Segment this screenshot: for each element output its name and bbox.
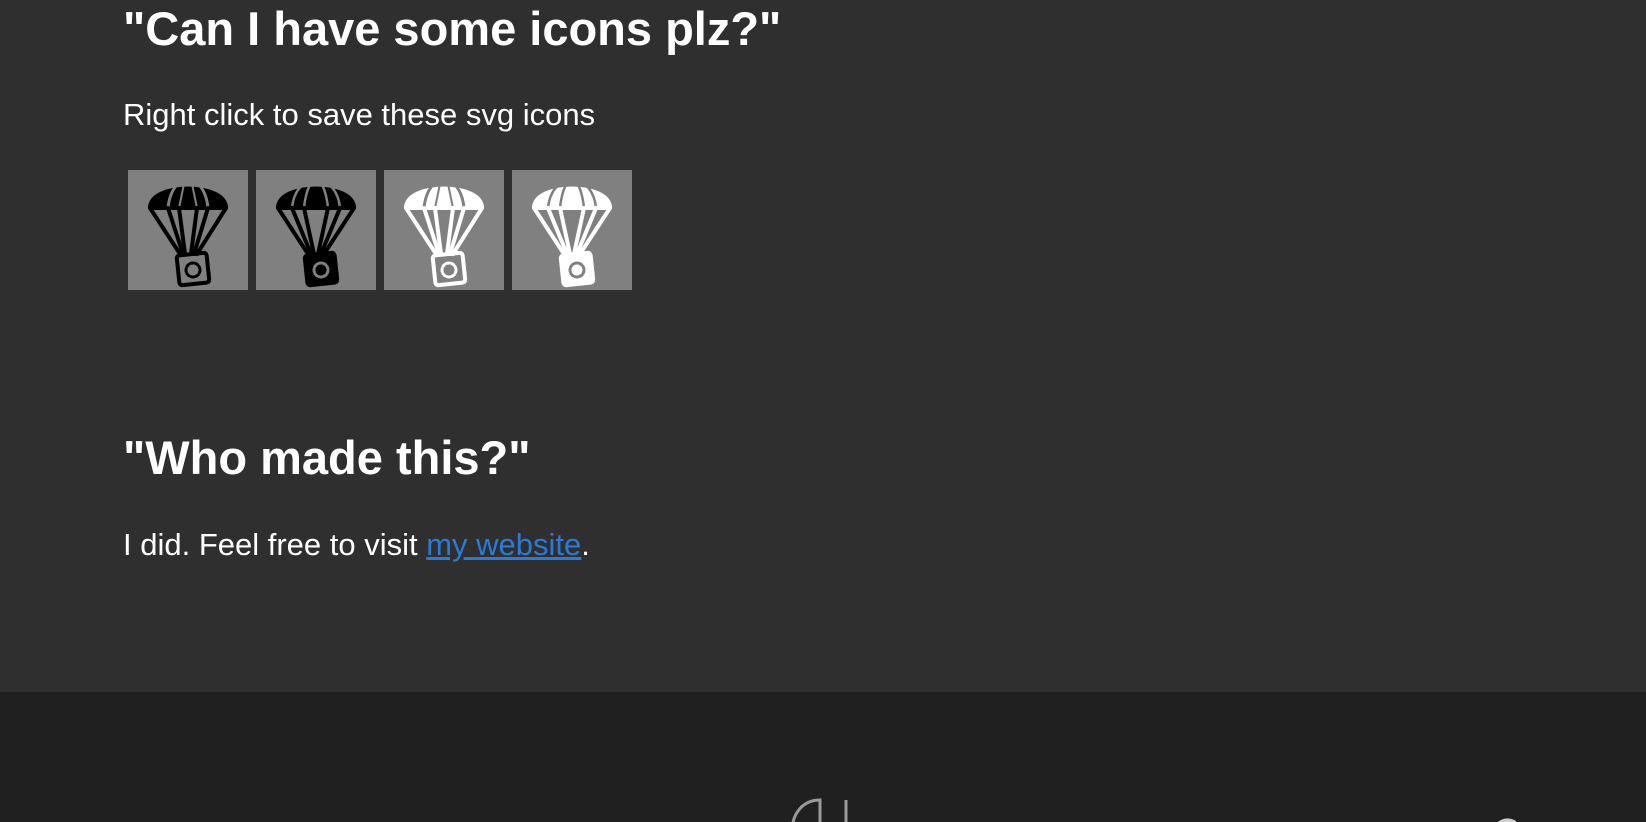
website-link[interactable]: my website xyxy=(426,527,581,562)
icons-heading: "Can I have some icons plz?" xyxy=(123,2,782,55)
footer-corner-icon xyxy=(1497,818,1516,822)
about-text: I did. Feel free to visit my website. xyxy=(123,526,590,564)
about-heading: "Who made this?" xyxy=(123,431,531,484)
footer-logo-icon xyxy=(791,798,848,822)
about-text-before: I did. Feel free to visit xyxy=(123,527,427,562)
icon-gallery xyxy=(128,170,632,290)
about-text-after: . xyxy=(581,527,590,562)
parachute-icon-white-outline[interactable] xyxy=(384,170,504,290)
main-content: "Can I have some icons plz?" Right click… xyxy=(0,0,1646,692)
footer xyxy=(0,692,1646,822)
parachute-icon-black-outline[interactable] xyxy=(128,170,248,290)
parachute-icon-black-filled[interactable] xyxy=(256,170,376,290)
parachute-icon-white-filled[interactable] xyxy=(512,170,632,290)
icons-subtext: Right click to save these svg icons xyxy=(123,97,596,132)
